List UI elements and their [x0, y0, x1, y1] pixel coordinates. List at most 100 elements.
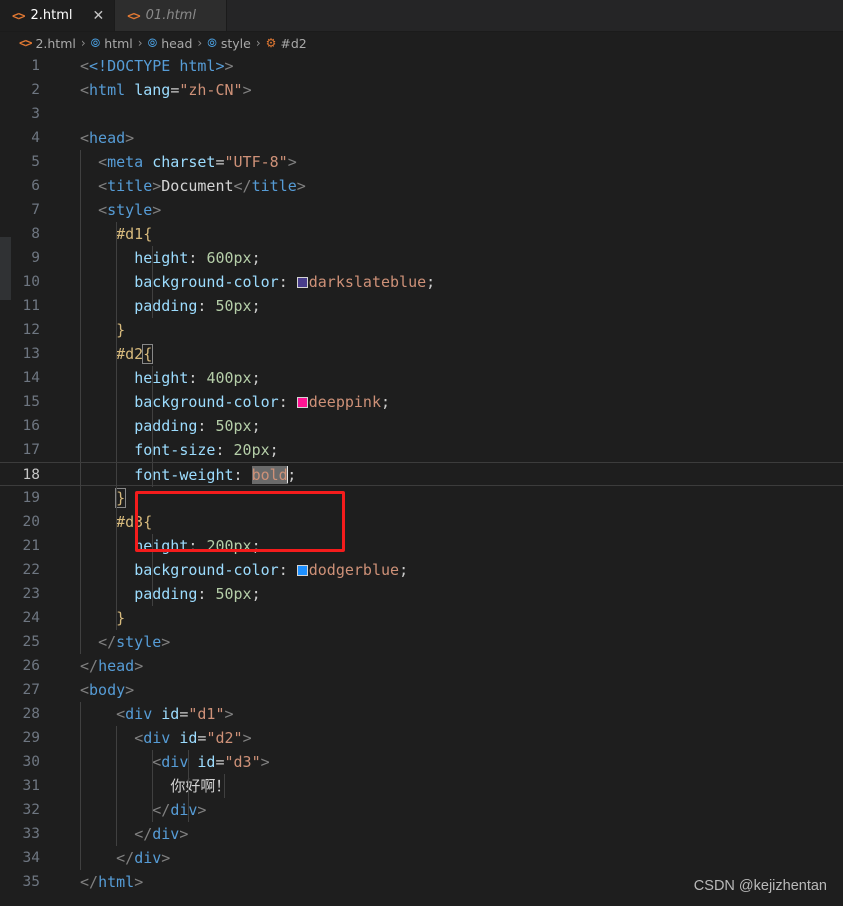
code-text: <html lang="zh-CN"> — [80, 81, 252, 99]
line-number: 32 — [22, 802, 40, 818]
token-tag: title — [107, 177, 153, 195]
line-number: 11 — [22, 298, 40, 314]
html-file-icon: <> — [12, 8, 25, 23]
token-property: background-color — [134, 393, 279, 411]
code-line[interactable]: 20 #d3{ — [0, 510, 843, 534]
code-text: background-color: dodgerblue; — [62, 558, 843, 582]
code-line[interactable]: 10 background-color: darkslateblue; — [0, 270, 843, 294]
line-number: 19 — [22, 490, 40, 506]
tab-01-html[interactable]: <> 01.html — [115, 0, 228, 31]
code-line[interactable]: 32 </div> — [0, 798, 843, 822]
breadcrumb-item-d2[interactable]: ⚙ #d2 — [266, 36, 307, 51]
code-line[interactable]: 29 <div id="d2"> — [0, 726, 843, 750]
code-line[interactable]: 28 <div id="d1"> — [0, 702, 843, 726]
code-line[interactable]: 11 padding: 50px; — [0, 294, 843, 318]
code-line[interactable]: 30 <div id="d3"> — [0, 750, 843, 774]
breadcrumb-label: style — [220, 35, 251, 51]
code-text: } — [62, 318, 843, 342]
tab-2-html[interactable]: <> 2.html ✕ — [0, 0, 116, 31]
token-selector: #d1 — [116, 225, 144, 243]
code-line[interactable]: 4 <head> — [0, 126, 843, 150]
code-text: } — [62, 486, 843, 510]
selected-text[interactable]: bold — [251, 466, 288, 484]
code-line[interactable]: 8 #d1{ — [0, 222, 843, 246]
tab-bar-empty-space — [227, 0, 843, 31]
token-tag: meta — [107, 153, 144, 171]
code-text: padding: 50px; — [62, 294, 843, 318]
token-value: "d2" — [206, 729, 243, 747]
color-swatch-dodgerblue[interactable] — [296, 565, 308, 576]
code-text: <<!DOCTYPE html>> — [80, 57, 234, 75]
line-number: 8 — [31, 226, 40, 242]
code-line[interactable]: 6 <title>Document</title> — [0, 174, 843, 198]
code-line[interactable]: 5 <meta charset="UTF-8"> — [0, 150, 843, 174]
code-line[interactable]: 34 </div> — [0, 846, 843, 870]
line-number: 15 — [22, 394, 40, 410]
breadcrumb-item-html[interactable]: ⦾ html — [91, 36, 133, 51]
code-line[interactable]: 23 padding: 50px; — [0, 582, 843, 606]
code-line[interactable]: 15 background-color: deeppink; — [0, 390, 843, 414]
line-number: 24 — [22, 610, 40, 626]
token-value: "UTF-8" — [224, 153, 288, 171]
chevron-right-icon: › — [137, 36, 143, 50]
code-line[interactable]: 27 <body> — [0, 678, 843, 702]
code-line[interactable]: 31 你好啊！ — [0, 774, 843, 798]
code-line[interactable]: 3 — [0, 102, 843, 126]
line-number: 26 — [22, 658, 40, 674]
breadcrumb-item-style[interactable]: ⦾ style — [207, 36, 251, 51]
token-tag: div — [125, 705, 153, 723]
line-number: 35 — [22, 874, 40, 890]
token-text: Document — [161, 177, 234, 195]
color-swatch-darkslateblue[interactable] — [296, 277, 308, 288]
code-line-current[interactable]: 18 font-weight: bold; — [0, 462, 843, 487]
code-line[interactable]: 9 height: 600px; — [0, 246, 843, 270]
token-selector: #d3 — [116, 513, 144, 531]
code-text: </div> — [62, 822, 843, 846]
breadcrumb-item-file[interactable]: <> 2.html — [19, 36, 76, 51]
token-attr: id — [179, 729, 198, 747]
matching-brace: } — [115, 488, 127, 508]
token-tag: div — [143, 729, 171, 747]
token-value: 50px — [215, 297, 252, 315]
code-line[interactable]: 2 <html lang="zh-CN"> — [0, 78, 843, 102]
close-icon[interactable]: ✕ — [78, 9, 104, 23]
code-line[interactable]: 19 } — [0, 486, 843, 510]
code-text: background-color: deeppink; — [62, 390, 843, 414]
color-swatch-deeppink[interactable] — [296, 397, 308, 408]
token-doctype: <!DOCTYPE html> — [89, 57, 225, 75]
code-line[interactable]: 1 <<!DOCTYPE html>> — [0, 54, 843, 78]
code-text: padding: 50px; — [62, 414, 843, 438]
token-property: font-weight — [134, 466, 234, 484]
token-value: 200px — [206, 537, 252, 555]
code-line[interactable]: 22 background-color: dodgerblue; — [0, 558, 843, 582]
line-number: 20 — [22, 514, 40, 530]
token-value: 400px — [206, 369, 252, 387]
token-value: darkslateblue — [308, 273, 427, 291]
code-line[interactable]: 13 #d2{ — [0, 342, 843, 366]
tab-label: 01.html — [145, 8, 196, 23]
code-line[interactable]: 26 </head> — [0, 654, 843, 678]
code-line[interactable]: 17 font-size: 20px; — [0, 438, 843, 462]
code-line[interactable]: 33 </div> — [0, 822, 843, 846]
token-value: 50px — [215, 417, 252, 435]
code-line[interactable]: 25 </style> — [0, 630, 843, 654]
code-text: font-weight: bold; — [62, 463, 843, 487]
code-line[interactable]: 12 } — [0, 318, 843, 342]
code-editor[interactable]: 1 <<!DOCTYPE html>> 2 <html lang="zh-CN"… — [0, 54, 843, 906]
token-value: "d1" — [188, 705, 225, 723]
token-tag: div — [152, 825, 180, 843]
code-line[interactable]: 14 height: 400px; — [0, 366, 843, 390]
code-line[interactable]: 24 } — [0, 606, 843, 630]
code-text: <div id="d2"> — [62, 726, 843, 750]
line-number: 14 — [22, 370, 40, 386]
breadcrumb-item-head[interactable]: ⦾ head — [148, 36, 193, 51]
code-line[interactable]: 16 padding: 50px; — [0, 414, 843, 438]
code-text: background-color: darkslateblue; — [62, 270, 843, 294]
code-text: 你好啊！ — [62, 774, 843, 798]
code-line[interactable]: 7 <style> — [0, 198, 843, 222]
code-text: <head> — [80, 129, 135, 147]
code-line[interactable]: 21 height: 200px; — [0, 534, 843, 558]
code-text: height: 600px; — [62, 246, 843, 270]
token-tag: head — [89, 129, 126, 147]
